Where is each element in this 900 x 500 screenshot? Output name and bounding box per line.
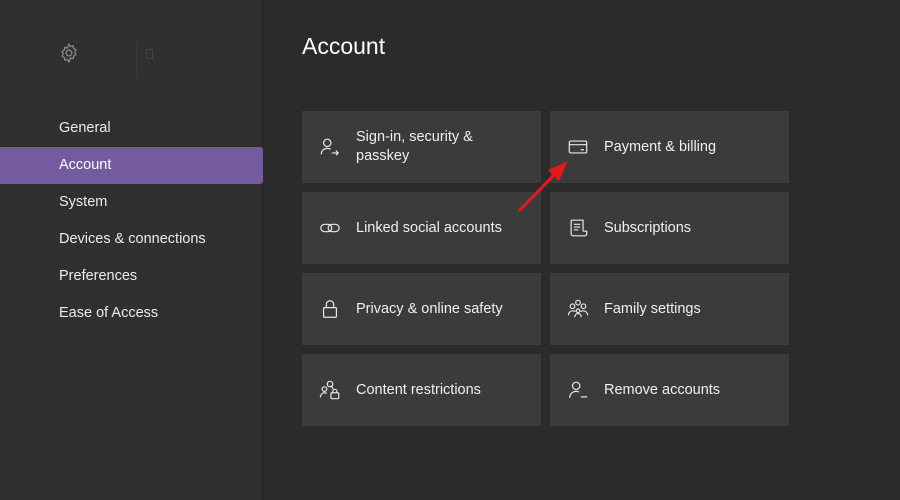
tile-privacy-online-safety[interactable]: Privacy & online safety — [302, 273, 541, 345]
sidebar-item-system[interactable]: System — [0, 184, 264, 221]
tile-label: Linked social accounts — [356, 219, 502, 236]
sidebar: General Account System Devices & connect… — [0, 0, 263, 500]
sidebar-item-account[interactable]: Account — [0, 147, 263, 184]
header-divider — [136, 42, 137, 78]
family-icon — [567, 298, 589, 320]
lock-icon — [319, 298, 341, 320]
tile-sign-in-security[interactable]: Sign-in, security & passkey — [302, 111, 541, 183]
tile-label: Sign-in, security & passkey — [356, 129, 473, 164]
tile-label: Remove accounts — [604, 381, 721, 398]
gear-icon — [61, 42, 77, 64]
sidebar-header — [58, 42, 158, 78]
tile-remove-accounts[interactable]: Remove accounts — [550, 354, 789, 426]
person-remove-icon — [567, 379, 589, 401]
tile-label: Family settings — [604, 300, 701, 317]
person-signin-icon — [319, 136, 341, 158]
sidebar-nav: General Account System Devices & connect… — [0, 110, 264, 332]
tile-content-restrictions[interactable]: Content restrictions — [302, 354, 541, 426]
tile-label: Privacy & online safety — [356, 300, 503, 317]
tile-family-settings[interactable]: Family settings — [550, 273, 789, 345]
link-icon — [319, 217, 341, 239]
tile-label: Payment & billing — [604, 138, 717, 155]
page-title: Account — [302, 33, 386, 59]
sidebar-item-ease-of-access[interactable]: Ease of Access — [0, 295, 264, 332]
sidebar-item-devices-connections[interactable]: Devices & connections — [0, 221, 264, 258]
tile-linked-social-accounts[interactable]: Linked social accounts — [302, 192, 541, 264]
tile-label: Subscriptions — [604, 219, 692, 236]
tile-label: Content restrictions — [356, 381, 481, 398]
header-indicator-icon — [146, 49, 153, 59]
annotation-arrow-icon — [518, 161, 568, 212]
sidebar-item-general[interactable]: General — [0, 110, 264, 147]
people-lock-icon — [319, 379, 341, 401]
tile-payment-billing[interactable]: Payment & billing — [550, 111, 789, 183]
receipt-icon — [567, 217, 589, 239]
sidebar-item-preferences[interactable]: Preferences — [0, 258, 264, 295]
tile-subscriptions[interactable]: Subscriptions — [550, 192, 789, 264]
